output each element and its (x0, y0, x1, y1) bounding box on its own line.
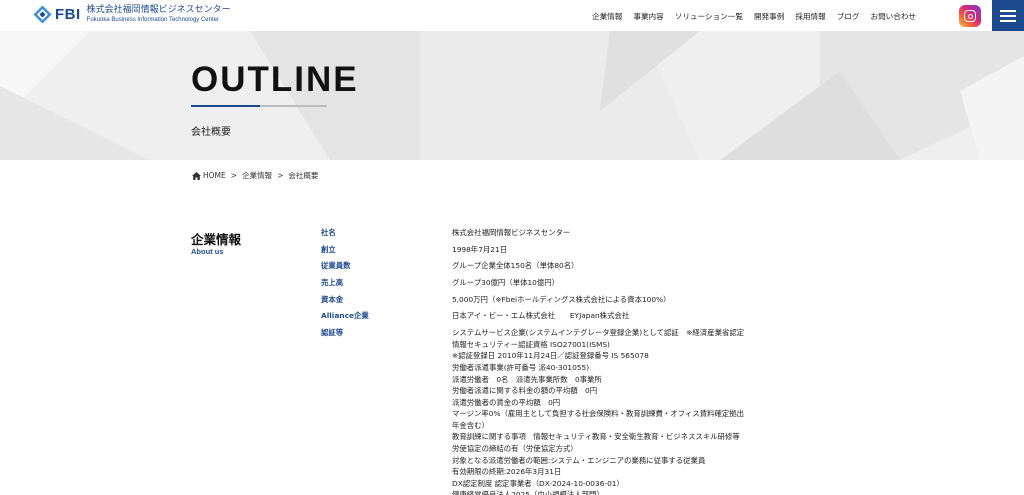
info-value: グループ30億円（単体10億円） (452, 277, 559, 289)
info-value-line: 派遣労働者 0名 派遣先事業所数 0事業所 (452, 374, 602, 384)
info-value-line: 情報セキュリティー認証資格 ISO27001(ISMS) (452, 339, 610, 349)
info-value-line: 株式会社福岡情報ビジネスセンター (452, 228, 571, 237)
page-subtitle: 会社概要 (191, 127, 231, 138)
info-value: 1998年7月21日 (452, 244, 507, 256)
global-nav: 企業情報 事業内容 ソリューション一覧 開発事例 採用情報 ブログ お問い合わせ (592, 11, 927, 22)
info-value-line: グループ企業全体150名（単体80名） (452, 261, 579, 271)
info-value-line: 健康経営優良法人2025（中小規模法人部門） (452, 490, 604, 495)
info-value-line: 年金含む） (452, 420, 489, 430)
info-label: Alliance企業 (321, 311, 369, 321)
logo-wordmark: FBI (55, 6, 81, 23)
breadcrumb-company[interactable]: 企業情報 (242, 170, 272, 181)
info-value-line: 日本アイ・ビー・エム株式会社 EYJapan株式会社 (452, 311, 630, 321)
logo-company-name-en: Fukuoka Business Information Technology … (86, 17, 219, 23)
site-logo[interactable]: FBI 株式会社福岡情報ビジネスセンター Fukuoka Business In… (33, 5, 231, 24)
info-value-line: 労働者派遣に関する料金の額の平均額 0円 (452, 386, 598, 396)
info-value-line: 教育訓練に関する事項 情報セキュリティ教育・安全衛生教育・ビジネススキル研修等 (452, 432, 740, 442)
info-label: 創立 (321, 244, 336, 254)
info-value: 株式会社福岡情報ビジネスセンター (452, 227, 570, 239)
info-value-line: 対象となる派遣労働者の範囲:システム・エンジニアの業務に従事する従業員 (452, 455, 706, 465)
info-value-line: ※認証登録日 2010年11月24日／認証登録番号 IS 565078 (452, 351, 649, 361)
info-row: 認証等 システムサービス企業(システムインテグレータ登録企業)として認証 ※経済産… (321, 327, 841, 495)
hero-background-pattern (0, 31, 1024, 160)
info-row: 売上高 グループ30億円（単体10億円） (321, 277, 841, 289)
page-hero: OUTLINE 会社概要 (0, 31, 1024, 160)
section-subtitle: About us (191, 247, 224, 256)
info-value: 日本アイ・ビー・エム株式会社 EYJapan株式会社 (452, 310, 629, 322)
info-label: 従業員数 (321, 261, 351, 271)
info-value-line: マージン率0%（雇用主として負担する社会保険料・教育訓練費・オフィス賃料確定拠出 (452, 409, 745, 419)
title-underline-accent (191, 105, 260, 107)
hamburger-menu-button[interactable] (992, 0, 1024, 31)
info-row: 従業員数 グループ企業全体150名（単体80名） (321, 260, 841, 272)
info-value-line: システムサービス企業(システムインテグレータ登録企業)として認証 ※経済産業省認… (452, 328, 745, 338)
info-value-line: 労使協定の締結の有（労使協定方式） (452, 444, 578, 454)
info-value-line: グループ30億円（単体10億円） (452, 278, 560, 288)
breadcrumb: HOME > 企業情報 > 会社概要 (192, 170, 318, 181)
page-title: OUTLINE (191, 60, 359, 99)
info-row: 社名 株式会社福岡情報ビジネスセンター (321, 227, 841, 239)
info-label: 社名 (321, 228, 336, 237)
nav-item-business[interactable]: 事業内容 (633, 11, 663, 22)
info-value-line: 5,000万円（※Fbeiホールディングス株式会社による資本100%） (452, 294, 671, 304)
nav-item-blog[interactable]: ブログ (837, 11, 860, 22)
info-value-line: DX認定制度 認定事業者（DX-2024-10-0036-01） (452, 478, 624, 488)
info-row: 創立 1998年7月21日 (321, 244, 841, 256)
info-value-line: 派遣労働者の賃金の平均額 0円 (452, 397, 561, 407)
breadcrumb-separator: > (230, 171, 238, 180)
info-label: 売上高 (321, 278, 344, 288)
company-info-table: 社名 株式会社福岡情報ビジネスセンター創立 1998年7月21日従業員数 グループ企業… (321, 227, 841, 495)
info-value-line: 労働者派遣事業(許可番号 派40-301055) (452, 362, 590, 372)
nav-item-cases[interactable]: 開発事例 (754, 11, 784, 22)
breadcrumb-current: 会社概要 (288, 171, 319, 180)
info-label: 認証等 (321, 328, 344, 338)
nav-item-recruit[interactable]: 採用情報 (795, 11, 825, 22)
section-title: 企業情報 (191, 232, 242, 247)
site-header: FBI 株式会社福岡情報ビジネスセンター Fukuoka Business In… (0, 0, 1024, 31)
info-value-line: 有効期限の終期:2026年3月31日 (452, 467, 562, 477)
info-value-line: 1998年7月21日 (452, 244, 508, 254)
instagram-icon[interactable] (959, 5, 981, 27)
breadcrumb-home[interactable]: HOME (203, 171, 226, 180)
nav-item-solutions[interactable]: ソリューション一覧 (675, 11, 743, 22)
nav-item-contact[interactable]: お問い合わせ (870, 11, 916, 22)
info-row: 資本金 5,000万円（※Fbeiホールディングス株式会社による資本100%） (321, 294, 841, 306)
info-value: 5,000万円（※Fbeiホールディングス株式会社による資本100%） (452, 294, 671, 306)
info-label: 資本金 (321, 294, 344, 304)
breadcrumb-separator: > (277, 171, 284, 180)
info-row: Alliance企業 日本アイ・ビー・エム株式会社 EYJapan株式会社 (321, 310, 841, 322)
logo-company-name: 株式会社福岡情報ビジネスセンター (86, 5, 231, 15)
info-value: システムサービス企業(システムインテグレータ登録企業)として認証 ※経済産業省認… (452, 327, 744, 495)
nav-item-company[interactable]: 企業情報 (592, 11, 622, 22)
fbi-logo-icon (33, 5, 52, 24)
info-value: グループ企業全体150名（単体80名） (452, 260, 579, 272)
home-icon (192, 171, 201, 180)
